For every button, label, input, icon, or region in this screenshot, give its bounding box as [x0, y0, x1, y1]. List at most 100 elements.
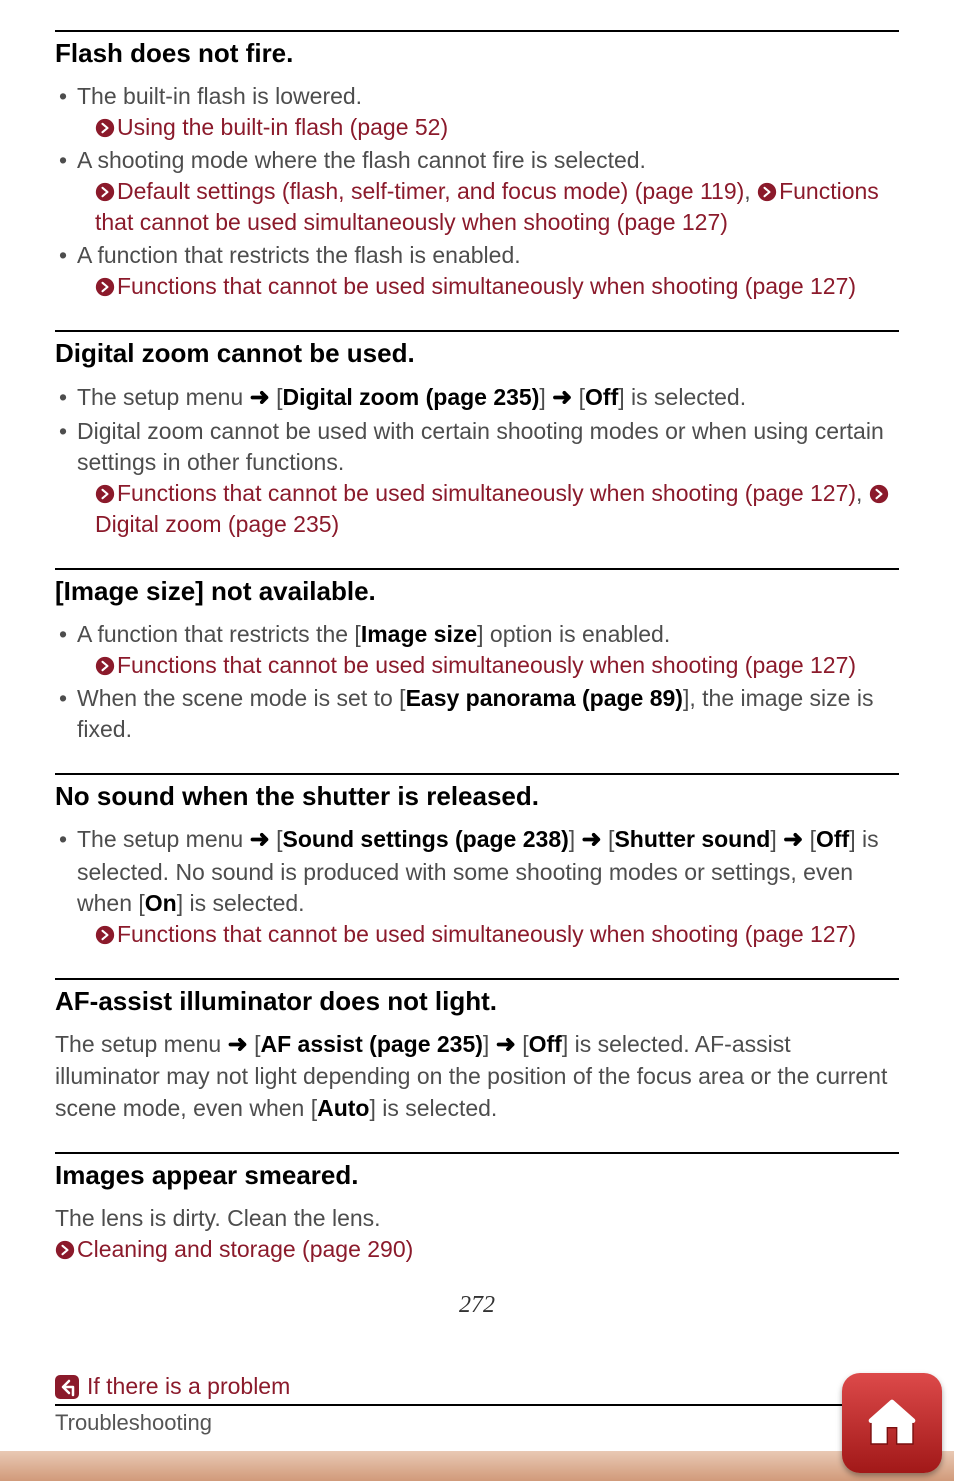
list-item: When the scene mode is set to [Easy pano…	[59, 683, 899, 745]
menu-arrow-icon: ➜	[783, 826, 803, 853]
section-heading: No sound when the shutter is released.	[55, 779, 899, 814]
bracket: ]	[539, 384, 552, 410]
troubleshoot-section: Images appear smeared. The lens is dirty.…	[55, 1152, 899, 1265]
troubleshoot-section: Digital zoom cannot be used. The setup me…	[55, 330, 899, 540]
body-text: When the scene mode is set to [	[77, 685, 406, 711]
option-label: Image size	[361, 621, 477, 647]
sub-line: Functions that cannot be used simultaneo…	[77, 919, 899, 950]
cross-reference-link[interactable]: Default settings (flash, self-timer, and…	[117, 178, 744, 204]
sub-line: Using the built-in flash (page 52)	[77, 112, 899, 143]
footer-divider	[55, 1404, 899, 1406]
item-list: The built-in flash is lowered. Using the …	[55, 81, 899, 302]
body-text: is selected.	[625, 384, 746, 410]
sub-line: Functions that cannot be used simultaneo…	[77, 650, 899, 681]
option-label: On	[145, 890, 177, 916]
list-item: The setup menu ➜ [ Digital zoom (page 235…	[59, 382, 899, 414]
section-rule	[55, 773, 899, 775]
bracket: ]	[770, 826, 783, 852]
link-arrow-icon	[95, 484, 115, 504]
cross-reference-link[interactable]: Functions that cannot be used simultaneo…	[117, 652, 856, 678]
body-text: A shooting mode where the flash cannot f…	[77, 147, 646, 173]
home-icon	[864, 1395, 920, 1451]
option-label: AF assist (page 235)	[261, 1031, 483, 1057]
cross-reference-link[interactable]: Functions that cannot be used simultaneo…	[117, 921, 856, 947]
section-rule	[55, 330, 899, 332]
list-item: Digital zoom cannot be used with certain…	[59, 416, 899, 540]
section-heading: Flash does not fire.	[55, 36, 899, 71]
item-list: The setup menu ➜ [ Digital zoom (page 235…	[55, 382, 899, 541]
section-paragraph: The setup menu ➜ [ AF assist (page 235) ] …	[55, 1029, 899, 1123]
section-heading: Images appear smeared.	[55, 1158, 899, 1193]
option-label: Shutter sound	[614, 826, 770, 852]
cross-reference-link[interactable]: Cleaning and storage (page 290)	[77, 1236, 413, 1262]
section-heading: AF-assist illuminator does not light.	[55, 984, 899, 1019]
footer-chapter-text: If there is a problem	[87, 1371, 290, 1402]
item-list: A function that restricts the [Image siz…	[55, 619, 899, 745]
sub-line: Default settings (flash, self-timer, and…	[77, 176, 899, 238]
menu-arrow-icon: ➜	[250, 826, 270, 853]
cross-reference-link[interactable]: Digital zoom (page 235)	[95, 511, 339, 537]
option-label: Off	[816, 826, 849, 852]
menu-arrow-icon: ➜	[250, 384, 270, 411]
menu-arrow-icon: ➜	[582, 826, 602, 853]
body-text: ] option is enabled.	[477, 621, 670, 647]
page-footer: If there is a problem Troubleshooting	[0, 1371, 954, 1481]
footer-section-text: Troubleshooting	[55, 1408, 899, 1438]
troubleshoot-section: AF-assist illuminator does not light. The…	[55, 978, 899, 1124]
option-label: Digital zoom (page 235)	[283, 384, 540, 410]
option-label: Off	[585, 384, 618, 410]
section-rule	[55, 30, 899, 32]
list-item: A shooting mode where the flash cannot f…	[59, 145, 899, 238]
sub-line: Functions that cannot be used simultaneo…	[77, 271, 899, 302]
section-heading: Digital zoom cannot be used.	[55, 336, 899, 371]
troubleshoot-section: Flash does not fire. The built-in flash i…	[55, 30, 899, 302]
bracket: [	[803, 826, 816, 852]
list-item: A function that restricts the flash is e…	[59, 240, 899, 302]
bracket: ]	[569, 826, 582, 852]
link-arrow-icon	[55, 1240, 75, 1260]
cross-reference-link[interactable]: Functions that cannot be used simultaneo…	[117, 273, 856, 299]
option-label: Sound settings (page 238)	[283, 826, 569, 852]
body-text: The built-in flash is lowered.	[77, 83, 362, 109]
cross-reference-link[interactable]: Functions that cannot be used simultaneo…	[117, 480, 856, 506]
body-text: The setup menu	[55, 1031, 228, 1057]
list-item: A function that restricts the [Image siz…	[59, 619, 899, 681]
body-text: The lens is dirty. Clean the lens.	[55, 1205, 381, 1231]
link-arrow-icon	[95, 118, 115, 138]
cross-reference-link[interactable]: Using the built-in flash (page 52)	[117, 114, 448, 140]
bracket: ]	[483, 1031, 496, 1057]
menu-arrow-icon: ➜	[552, 384, 572, 411]
section-rule	[55, 1152, 899, 1154]
body-text: A function that restricts the [	[77, 621, 361, 647]
link-arrow-icon	[95, 277, 115, 297]
body-text: ] is selected.	[177, 890, 305, 916]
sub-line: Cleaning and storage (page 290)	[55, 1234, 899, 1265]
link-arrow-icon	[95, 925, 115, 945]
link-arrow-icon	[95, 656, 115, 676]
bracket: [	[602, 826, 615, 852]
footer-color-bar	[0, 1451, 954, 1481]
menu-arrow-icon: ➜	[228, 1031, 248, 1058]
home-button[interactable]	[842, 1373, 942, 1473]
link-arrow-icon	[95, 182, 115, 202]
body-text: Digital zoom cannot be used with certain…	[77, 418, 884, 475]
link-arrow-icon	[757, 182, 777, 202]
body-text: ] is selected.	[369, 1095, 497, 1121]
body-text: A function that restricts the flash is e…	[77, 242, 521, 268]
bracket: [	[572, 384, 585, 410]
troubleshoot-section: No sound when the shutter is released. Th…	[55, 773, 899, 950]
body-text: ,	[744, 178, 757, 204]
footer-chapter-link[interactable]: If there is a problem	[55, 1371, 899, 1402]
link-arrow-icon	[869, 484, 889, 504]
body-text: ,	[856, 480, 869, 506]
back-icon	[55, 1375, 79, 1399]
troubleshoot-section: [Image size] not available. A function th…	[55, 568, 899, 745]
menu-arrow-icon: ➜	[496, 1031, 516, 1058]
section-rule	[55, 978, 899, 980]
body-text: The setup menu	[77, 384, 250, 410]
item-list: The setup menu ➜ [Sound settings (page 2…	[55, 824, 899, 950]
sub-line: Functions that cannot be used simultaneo…	[77, 478, 899, 540]
section-rule	[55, 568, 899, 570]
bracket: [	[516, 1031, 529, 1057]
section-heading: [Image size] not available.	[55, 574, 899, 609]
